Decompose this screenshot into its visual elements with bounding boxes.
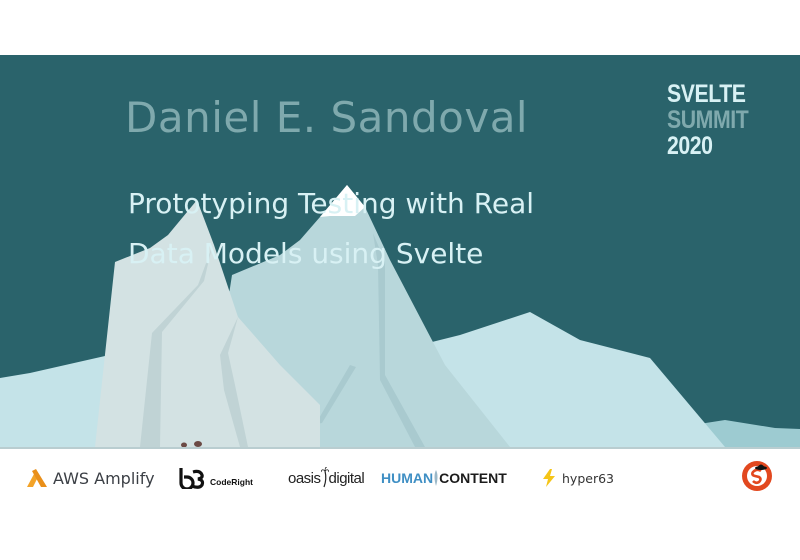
talk-title: Prototyping Testing with Real Data Model… bbox=[128, 179, 534, 279]
sponsor-oasis-digital: oasis digital bbox=[288, 463, 365, 493]
svelte-society-logo-icon bbox=[742, 461, 772, 491]
sponsor-name: hyper63 bbox=[562, 470, 614, 486]
logo-line-svelte: SVELTE bbox=[667, 80, 746, 108]
sponsor-coderight: CodeRight bbox=[178, 463, 253, 493]
svelte-summit-logo: SVELTE SUMMIT 2020 bbox=[667, 80, 749, 160]
sponsor-name-part-b: digital bbox=[328, 469, 365, 487]
sponsor-name: CodeRight bbox=[210, 477, 253, 487]
sponsor-svelte-society bbox=[741, 461, 773, 491]
lightning-bolt-icon bbox=[543, 469, 555, 487]
logo-line-summit: SUMMIT bbox=[667, 106, 749, 134]
sponsor-name: AWS Amplify bbox=[53, 468, 155, 488]
logo-line-year: 2020 bbox=[667, 132, 713, 160]
sponsor-name-part-a: oasis bbox=[288, 469, 321, 487]
palm-tree-icon bbox=[320, 467, 329, 488]
speaker-name: Daniel E. Sandoval bbox=[125, 93, 529, 142]
aws-amplify-logo-icon bbox=[27, 469, 47, 487]
talk-title-line-2: Data Models using Svelte bbox=[128, 237, 484, 270]
b3-logo-icon bbox=[179, 468, 205, 489]
sponsor-human-content: HUMAN CONTENT bbox=[381, 463, 507, 493]
sponsor-aws-amplify: AWS Amplify bbox=[27, 463, 155, 493]
talk-title-line-1: Prototyping Testing with Real bbox=[128, 187, 535, 220]
sponsor-name-part-b: CONTENT bbox=[439, 470, 507, 486]
slide-panel: Daniel E. Sandoval Prototyping Testing w… bbox=[0, 55, 800, 447]
sponsor-hyper63: hyper63 bbox=[542, 463, 614, 493]
sponsor-bar: AWS Amplify CodeRight oasis digital HUMA… bbox=[0, 449, 800, 509]
sponsor-name-part-a: HUMAN bbox=[381, 470, 434, 486]
